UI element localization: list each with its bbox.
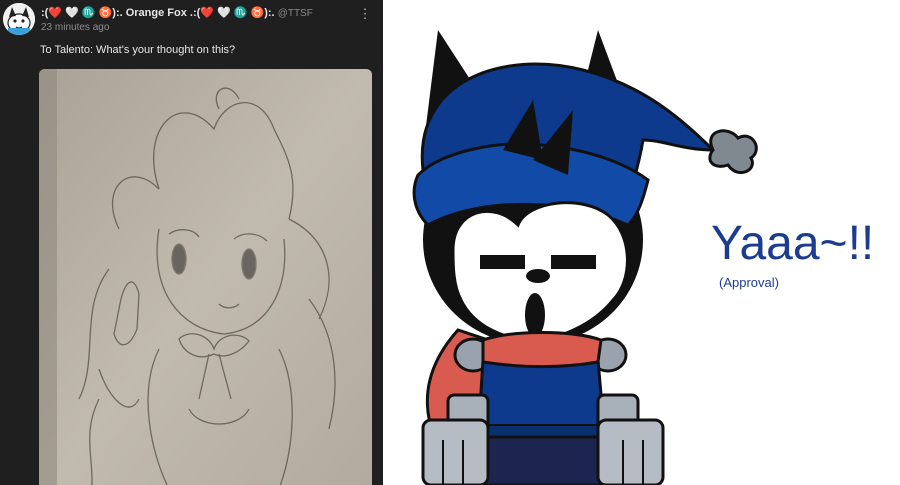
user-avatar[interactable] — [3, 3, 35, 35]
kebab-menu-icon[interactable]: ⋮ — [358, 6, 372, 22]
username-text[interactable]: :(❤️ 🤍 ♏ ♉):. Orange Fox .:(❤️ 🤍 ♏ ♉):. — [41, 7, 275, 19]
fox-avatar-icon — [3, 3, 35, 35]
social-post-panel: :(❤️ 🤍 ♏ ♉):. Orange Fox .:(❤️ 🤍 ♏ ♉):. … — [0, 0, 383, 485]
post-username[interactable]: :(❤️ 🤍 ♏ ♉):. Orange Fox .:(❤️ 🤍 ♏ ♉):. … — [41, 6, 313, 19]
pencil-sketch-drawing — [39, 69, 372, 485]
user-handle[interactable]: @TTSF — [278, 8, 313, 19]
reaction-exclamation: Yaaa~!! — [711, 217, 875, 270]
post-timestamp: 23 minutes ago — [41, 22, 110, 33]
post-sketch-image[interactable] — [39, 69, 372, 485]
post-body-text: To Talento: What's your thought on this? — [40, 44, 236, 56]
reaction-caption: (Approval) — [719, 275, 779, 290]
